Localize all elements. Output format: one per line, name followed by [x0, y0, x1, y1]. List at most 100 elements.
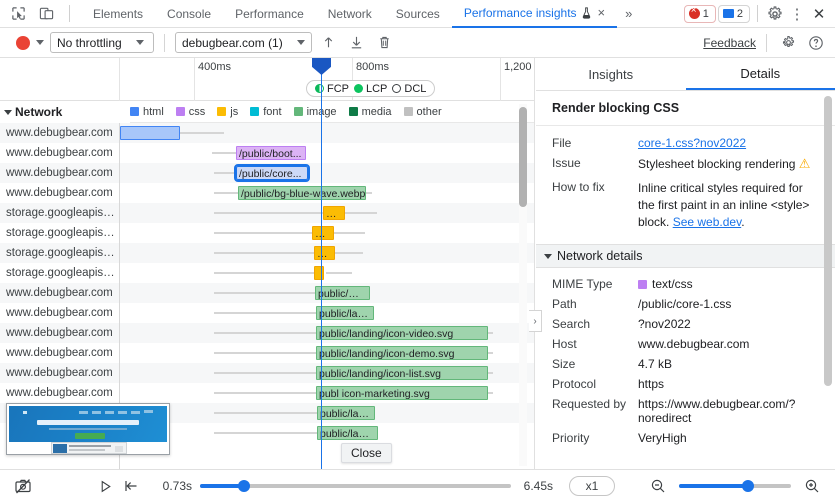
more-options-icon[interactable]: ⋮: [787, 4, 807, 24]
tab-sources[interactable]: Sources: [384, 0, 452, 28]
device-toolbar-icon[interactable]: [36, 4, 56, 24]
tab-elements[interactable]: Elements: [81, 0, 155, 28]
chevron-down-icon: [296, 40, 305, 45]
tab-performance[interactable]: Performance: [223, 0, 316, 28]
request-bar[interactable]: public/la…: [316, 306, 374, 320]
help-icon[interactable]: [805, 32, 827, 54]
record-button[interactable]: [16, 35, 30, 50]
scrollbar-thumb[interactable]: [824, 96, 832, 386]
file-link[interactable]: core-1.css?nov2022: [638, 136, 746, 150]
inspect-element-icon[interactable]: [8, 4, 28, 24]
target-select[interactable]: debugbear.com (1): [175, 32, 312, 53]
sidebar-collapse-handle[interactable]: ›: [529, 310, 542, 332]
web-dev-link[interactable]: See web.dev: [673, 215, 742, 229]
request-bar[interactable]: public/…: [315, 286, 370, 300]
time-range-slider[interactable]: [200, 480, 511, 492]
chevron-down-icon: [4, 109, 12, 115]
screenshot-off-icon[interactable]: [10, 473, 36, 499]
timeline-ruler[interactable]: 400ms 800ms 1,200 FCP LCP DCL: [0, 58, 534, 101]
marker-dcl[interactable]: DCL: [392, 83, 426, 95]
table-row[interactable]: www.debugbear.com public/la…: [0, 303, 534, 323]
slider-knob[interactable]: [237, 480, 250, 492]
details-vertical-scrollbar[interactable]: [824, 96, 832, 386]
request-host-label: storage.googleapis…: [6, 207, 115, 219]
jump-to-start-button[interactable]: [118, 473, 144, 499]
playback-speed-button[interactable]: x1: [569, 476, 615, 496]
detail-key: Host: [552, 337, 577, 351]
zoom-controls: [645, 473, 825, 499]
playback-toolbar: 0.73s 6.45s x1: [0, 469, 835, 502]
request-bar[interactable]: /public/bg-blue-wave.webp: [238, 186, 366, 200]
request-bar[interactable]: publ icon-marketing.svg: [316, 386, 488, 400]
dcl-marker-icon: [392, 84, 402, 93]
upload-icon[interactable]: [318, 32, 340, 54]
tab-network[interactable]: Network: [316, 0, 384, 28]
message-count-badge[interactable]: 2: [717, 4, 750, 23]
legend-item-font[interactable]: font: [250, 106, 282, 118]
request-host-label: www.debugbear.com: [6, 387, 113, 399]
request-bar[interactable]: …: [323, 206, 345, 220]
request-tail-bar: [180, 132, 224, 134]
table-row[interactable]: www.debugbear.com/public/core...: [0, 163, 534, 183]
request-bar[interactable]: …: [312, 226, 334, 240]
legend-item-other[interactable]: other: [403, 106, 442, 118]
legend-item-image[interactable]: image: [293, 106, 337, 118]
feedback-link[interactable]: Feedback: [703, 36, 756, 50]
table-row[interactable]: storage.googleapis… …: [0, 203, 534, 223]
network-details-header[interactable]: Network details: [536, 244, 835, 268]
tabbar-right-controls: 1 2 ⋮ ✕: [683, 4, 835, 24]
timing-markers-pill[interactable]: FCP LCP DCL: [306, 80, 436, 97]
table-row[interactable]: www.debugbear.com/public/boot...: [0, 143, 534, 163]
request-bar[interactable]: [120, 126, 180, 140]
trash-icon[interactable]: [374, 32, 396, 54]
record-dropdown-icon[interactable]: [36, 40, 44, 45]
legend-item-js[interactable]: js: [217, 106, 238, 118]
tab-console[interactable]: Console: [155, 0, 223, 28]
request-bar[interactable]: public/la…: [317, 406, 375, 420]
network-details-label: Network details: [557, 249, 643, 263]
table-row[interactable]: www.debugbear.com: [0, 123, 534, 143]
tab-insights[interactable]: Insights: [536, 58, 686, 90]
gear-icon[interactable]: [765, 4, 785, 24]
request-bar[interactable]: …: [314, 246, 335, 260]
table-row[interactable]: www.debugbear.com/public/bg-blue-wave.we…: [0, 183, 534, 203]
request-bar[interactable]: /public/boot...: [236, 146, 306, 160]
devtools-tabbar: Elements Console Performance Network Sou…: [0, 0, 835, 28]
legend-item-css[interactable]: css: [175, 106, 205, 118]
table-row[interactable]: www.debugbear.com publ icon-marketing.svg: [0, 383, 534, 403]
table-row[interactable]: www.debugbear.com public/landing/icon-dem…: [0, 343, 534, 363]
tab-performance-insights[interactable]: Performance insights ×: [451, 0, 618, 28]
request-bar[interactable]: [314, 266, 324, 280]
zoom-out-icon[interactable]: [645, 473, 671, 499]
zoom-slider[interactable]: [679, 480, 791, 492]
table-row[interactable]: storage.googleapis……: [0, 223, 534, 243]
detail-key: File: [552, 136, 572, 150]
gear-icon[interactable]: [777, 32, 799, 54]
table-row[interactable]: www.debugbear.com public/landing/icon-lis…: [0, 363, 534, 383]
tab-close-icon[interactable]: ×: [598, 5, 606, 20]
marker-lcp[interactable]: LCP: [354, 83, 387, 95]
table-row[interactable]: storage.googleapis…: [0, 263, 534, 283]
slider-knob[interactable]: [742, 480, 755, 492]
error-count-badge[interactable]: 1: [683, 4, 716, 23]
close-devtools-icon[interactable]: ✕: [809, 4, 829, 24]
legend-item-media[interactable]: media: [348, 106, 392, 118]
network-vertical-scrollbar[interactable]: [519, 104, 527, 466]
request-bar[interactable]: public/la…: [317, 426, 378, 440]
throttling-select[interactable]: No throttling: [50, 32, 154, 53]
request-bar[interactable]: public/landing/icon-list.svg: [316, 366, 488, 380]
network-section-header[interactable]: Network: [0, 101, 130, 123]
download-icon[interactable]: [346, 32, 368, 54]
legend-item-html[interactable]: html: [130, 106, 164, 118]
request-bar[interactable]: public/landing/icon-demo.svg: [316, 346, 488, 360]
request-bar[interactable]: /public/core...: [234, 164, 310, 182]
play-button[interactable]: [92, 473, 118, 499]
scrollbar-thumb[interactable]: [519, 107, 527, 207]
table-row[interactable]: www.debugbear.com public/landing/icon-vid…: [0, 323, 534, 343]
zoom-in-icon[interactable]: [799, 473, 825, 499]
table-row[interactable]: www.debugbear.com public/…: [0, 283, 534, 303]
tab-details[interactable]: Details: [685, 58, 835, 90]
table-row[interactable]: storage.googleapis……: [0, 243, 534, 263]
tabs-overflow-icon[interactable]: »: [617, 6, 640, 21]
request-bar[interactable]: public/landing/icon-video.svg: [316, 326, 488, 340]
